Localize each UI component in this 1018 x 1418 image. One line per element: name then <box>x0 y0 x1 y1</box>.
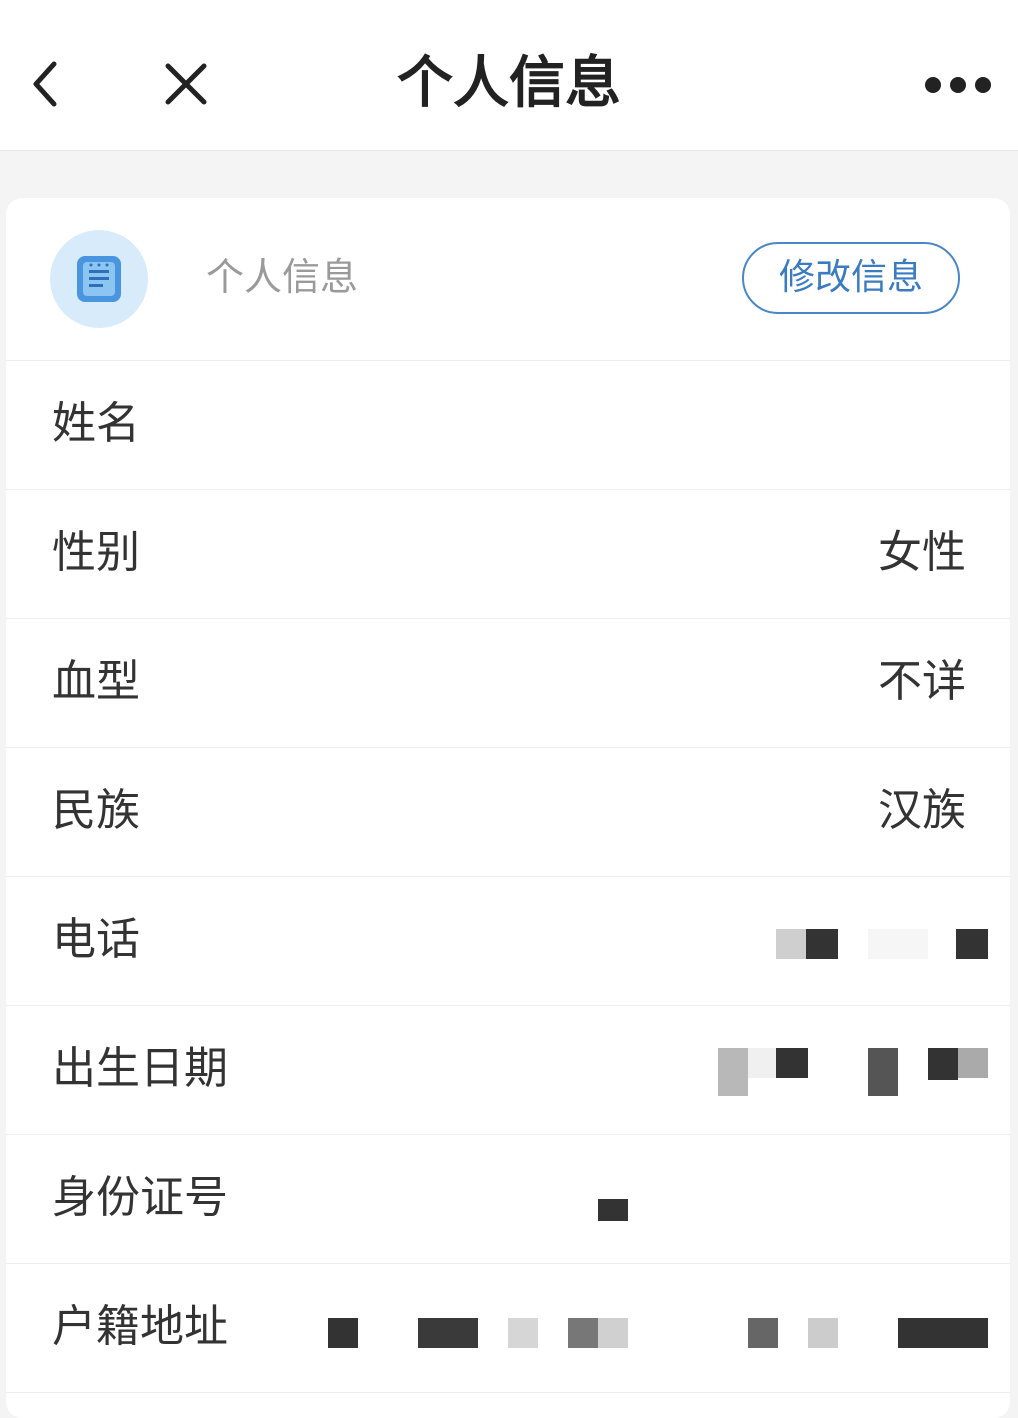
redaction-mask <box>898 1318 988 1348</box>
redaction-mask <box>806 929 838 959</box>
redaction-mask <box>958 1048 988 1078</box>
card-header: 个人信息 修改信息 <box>6 198 1010 361</box>
field-value: 女性 <box>878 527 966 578</box>
document-icon <box>77 256 121 302</box>
top-nav-bar: 个人信息 <box>0 0 1018 151</box>
field-row-name[interactable]: 姓名 <box>6 361 1010 490</box>
redaction-mask <box>776 1048 808 1078</box>
field-row-phone[interactable]: 电话 <box>6 877 1010 1006</box>
redaction-mask <box>598 1199 628 1221</box>
redaction-mask <box>718 1048 748 1096</box>
field-label: 民族 <box>52 785 140 836</box>
redaction-mask <box>808 1318 838 1348</box>
redaction-mask <box>956 929 988 959</box>
page-title: 个人信息 <box>397 51 621 116</box>
redaction-mask <box>868 929 928 959</box>
field-label: 出生日期 <box>52 1043 228 1094</box>
field-label: 血型 <box>52 656 140 707</box>
field-row-household-address[interactable]: 户籍地址 <box>6 1264 1010 1393</box>
field-value: 不详 <box>878 656 966 707</box>
more-dots-icon[interactable] <box>922 72 994 98</box>
redaction-mask <box>776 929 806 959</box>
redaction-mask <box>328 1318 358 1348</box>
edit-info-button[interactable]: 修改信息 <box>742 242 960 314</box>
redaction-mask <box>418 1318 478 1348</box>
field-label: 电话 <box>52 914 140 965</box>
redaction-mask <box>748 1048 776 1078</box>
redaction-mask <box>508 1318 538 1348</box>
redaction-mask <box>598 1318 628 1348</box>
field-label: 户籍地址 <box>52 1301 228 1352</box>
field-value: 汉族 <box>878 785 966 836</box>
field-row-blood-type[interactable]: 血型 不详 <box>6 619 1010 748</box>
redaction-mask <box>568 1318 598 1348</box>
document-avatar <box>50 230 148 328</box>
field-row-ethnicity[interactable]: 民族 汉族 <box>6 748 1010 877</box>
field-row-id-number[interactable]: 身份证号 <box>6 1135 1010 1264</box>
field-label: 身份证号 <box>52 1172 228 1223</box>
field-row-birthdate[interactable]: 出生日期 <box>6 1006 1010 1135</box>
personal-info-card: 个人信息 修改信息 姓名 性别 女性 血型 不详 民族 汉族 电话 出生日期 身… <box>6 198 1010 1418</box>
redaction-mask <box>928 1048 958 1080</box>
field-label: 性别 <box>52 527 140 578</box>
card-header-label: 个人信息 <box>206 255 359 299</box>
field-label: 姓名 <box>52 398 140 449</box>
redaction-mask <box>748 1318 778 1348</box>
redaction-mask <box>868 1048 898 1096</box>
field-row-gender[interactable]: 性别 女性 <box>6 490 1010 619</box>
